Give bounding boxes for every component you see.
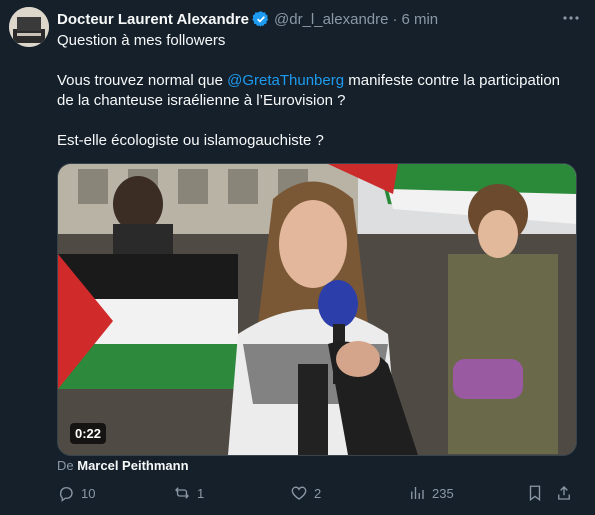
media-attribution: De Marcel Peithmann xyxy=(57,458,189,473)
share-button[interactable] xyxy=(555,484,573,502)
tweet-paragraph-2: Vous trouvez normal que @GretaThunberg m… xyxy=(57,71,577,111)
timestamp[interactable]: 6 min xyxy=(401,11,438,28)
like-icon xyxy=(291,486,307,500)
tweet-p2-before: Vous trouvez normal que xyxy=(57,72,228,89)
tweet-line-1: Question à mes followers xyxy=(57,32,226,49)
views-icon xyxy=(411,487,424,499)
repost-icon xyxy=(175,487,189,499)
author-handle[interactable]: @dr_l_alexandre xyxy=(274,11,388,28)
attribution-prefix: De xyxy=(57,458,74,473)
reply-count: 10 xyxy=(81,485,96,501)
like-count: 2 xyxy=(314,485,322,501)
mention-link[interactable]: @GretaThunberg xyxy=(227,72,344,89)
verified-badge-icon[interactable] xyxy=(252,10,270,28)
reply-button[interactable]: 10 xyxy=(57,484,95,502)
bookmark-button[interactable] xyxy=(526,484,544,502)
separator-dot: · xyxy=(392,10,398,28)
views-count: 235 xyxy=(432,485,454,501)
tweet-text: Question à mes followers Vous trouvez no… xyxy=(57,31,577,151)
share-icon xyxy=(558,486,570,500)
author-name[interactable]: Docteur Laurent Alexandre xyxy=(57,11,249,28)
like-button[interactable]: 2 xyxy=(290,484,321,502)
tweet-actions: 10 1 2 235 xyxy=(57,484,577,508)
bookmark-icon xyxy=(529,485,541,502)
video-thumbnail xyxy=(58,164,576,455)
views-button[interactable]: 235 xyxy=(408,484,454,502)
video-duration: 0:22 xyxy=(70,423,107,444)
repost-button[interactable]: 1 xyxy=(173,484,204,502)
avatar[interactable] xyxy=(9,7,49,47)
tweet-line-3: Est-elle écologiste ou islamogauchiste ? xyxy=(57,132,324,149)
attribution-source[interactable]: Marcel Peithmann xyxy=(77,458,188,473)
reply-icon xyxy=(59,487,73,502)
repost-count: 1 xyxy=(197,485,205,501)
tweet-header: Docteur Laurent Alexandre @dr_l_alexandr… xyxy=(57,9,438,29)
video-player[interactable]: 0:22 xyxy=(57,163,577,456)
more-icon[interactable] xyxy=(561,8,581,33)
